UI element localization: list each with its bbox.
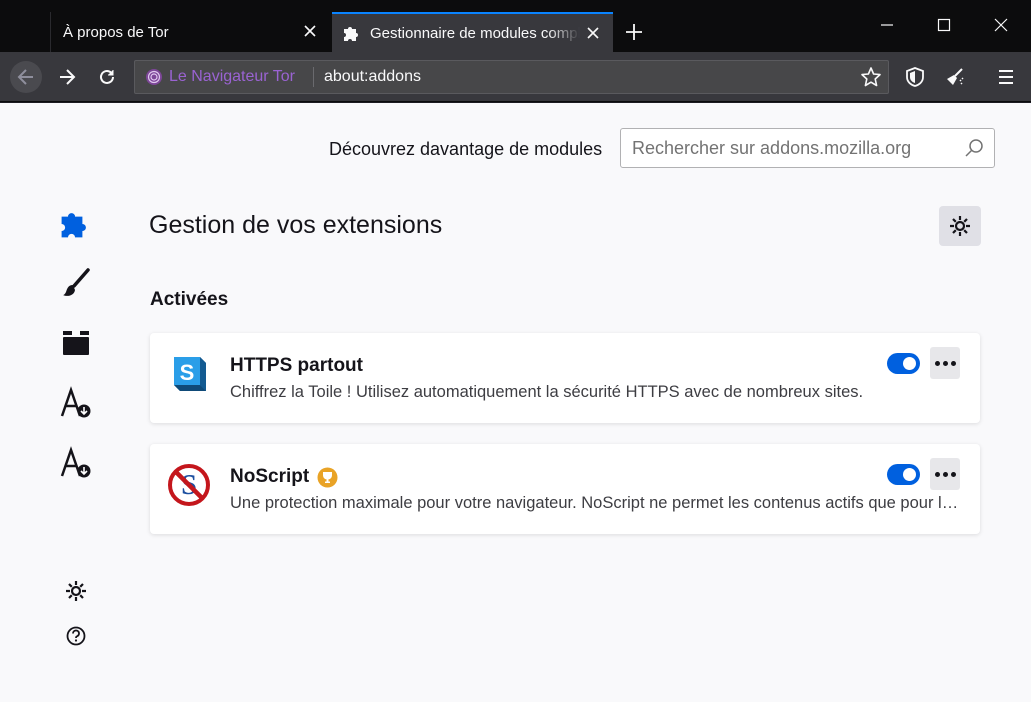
forward-button[interactable]: [51, 61, 83, 93]
section-heading-enabled: Activées: [150, 289, 229, 310]
back-button[interactable]: [10, 61, 42, 93]
shield-icon[interactable]: [903, 65, 927, 89]
noscript-icon: S: [168, 464, 210, 506]
tab-bar: À propos de Tor Gestionnaire de modules …: [0, 0, 1031, 52]
category-dictionaries[interactable]: [58, 385, 94, 421]
url-text[interactable]: about:addons: [324, 61, 421, 93]
identity-box[interactable]: Le Navigateur Tor: [145, 61, 295, 93]
more-options-button[interactable]: [930, 458, 960, 490]
url-bar[interactable]: Le Navigateur Tor about:addons: [134, 60, 889, 94]
help-icon: [66, 626, 86, 646]
new-tab-button[interactable]: [620, 18, 648, 46]
url-separator: [313, 67, 314, 87]
minimize-icon: [881, 24, 893, 26]
arrow-left-icon: [17, 69, 33, 85]
identity-label: Le Navigateur Tor: [169, 68, 295, 85]
gear-icon: [950, 216, 970, 236]
category-extensions[interactable]: [58, 205, 94, 241]
arrow-right-icon: [60, 69, 76, 85]
tools-gear-button[interactable]: [939, 206, 981, 246]
gear-icon: [66, 581, 86, 601]
tor-onion-icon: [146, 69, 162, 85]
category-languages[interactable]: [58, 445, 94, 481]
plus-icon: [626, 24, 642, 40]
addons-options-button[interactable]: [58, 573, 94, 609]
close-window-button[interactable]: [986, 10, 1016, 40]
maximize-icon: [937, 18, 951, 32]
search-placeholder: Rechercher sur addons.mozilla.org: [632, 138, 912, 158]
tab-addons-manager[interactable]: Gestionnaire de modules complémentaires: [332, 12, 613, 52]
help-button[interactable]: [58, 618, 94, 654]
menu-hamburger-icon[interactable]: [994, 65, 1018, 89]
ellipsis-icon: [934, 471, 956, 477]
minimize-button[interactable]: [872, 10, 902, 40]
category-themes[interactable]: [58, 265, 94, 301]
addons-page: Découvrez davantage de modules Recherche…: [0, 103, 1031, 702]
search-icon: [965, 139, 983, 157]
close-icon[interactable]: [583, 23, 603, 43]
addon-description: Une protection maximale pour votre navig…: [230, 494, 960, 512]
close-icon[interactable]: [300, 21, 320, 41]
recommended-trophy-icon[interactable]: [317, 467, 338, 488]
svg-text:S: S: [180, 360, 195, 385]
category-plugins[interactable]: [58, 325, 94, 361]
puzzle-icon: [61, 213, 86, 238]
tab-about-tor[interactable]: À propos de Tor: [50, 12, 330, 52]
language-download-icon: [60, 386, 91, 418]
tab-label: À propos de Tor: [63, 23, 169, 41]
https-everywhere-icon: S: [174, 357, 206, 391]
navigation-toolbar: Le Navigateur Tor about:addons: [0, 52, 1031, 102]
addon-name[interactable]: HTTPS partout: [230, 355, 363, 377]
enable-toggle[interactable]: [887, 353, 920, 374]
page-title: Gestion de vos extensions: [149, 211, 443, 239]
maximize-button[interactable]: [929, 10, 959, 40]
language-download-icon: [60, 446, 91, 478]
reload-button[interactable]: [91, 61, 123, 93]
close-icon: [994, 18, 1008, 32]
bookmark-star-icon[interactable]: [860, 66, 882, 88]
ellipsis-icon: [934, 360, 956, 366]
new-identity-broom-icon[interactable]: [943, 65, 967, 89]
addon-description: Chiffrez la Toile ! Utilisez automatique…: [230, 383, 864, 401]
discover-label: Découvrez davantage de modules: [329, 139, 603, 159]
addon-card-https-everywhere[interactable]: S HTTPS partout Chiffrez la Toile ! Util…: [150, 333, 980, 423]
plugin-block-icon: [63, 331, 89, 355]
puzzle-icon: [342, 23, 362, 43]
addon-name[interactable]: NoScript: [230, 466, 338, 488]
paintbrush-icon: [63, 268, 90, 296]
more-options-button[interactable]: [930, 347, 960, 379]
reload-icon: [100, 69, 114, 84]
addon-card-noscript[interactable]: S NoScript Une protection maximale pour …: [150, 444, 980, 534]
tab-label: Gestionnaire de modules complémentaires: [370, 24, 580, 42]
search-input[interactable]: Rechercher sur addons.mozilla.org: [620, 128, 995, 168]
enable-toggle[interactable]: [887, 464, 920, 485]
